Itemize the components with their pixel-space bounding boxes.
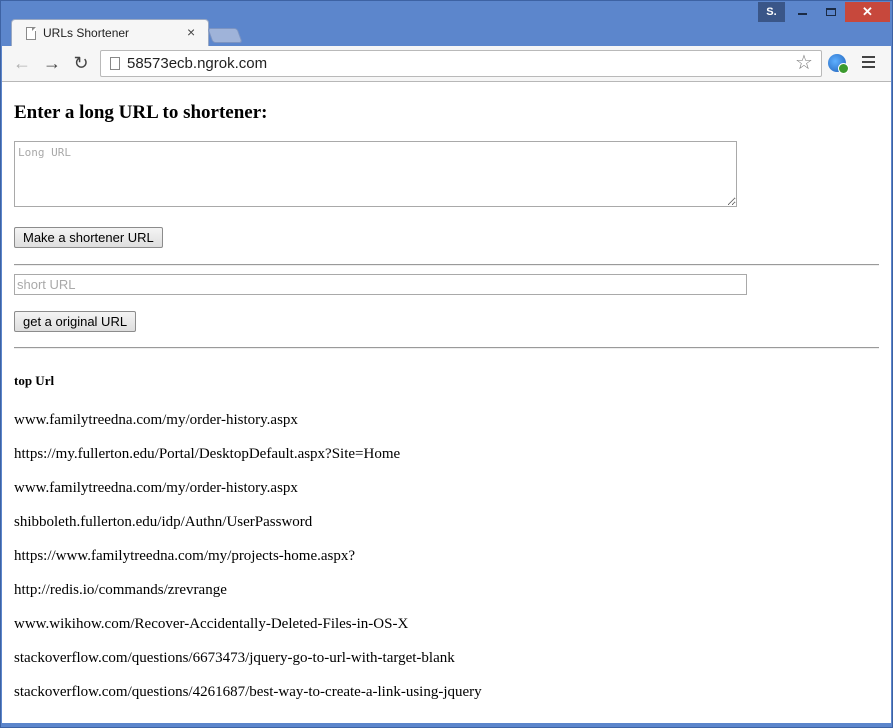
page-icon (26, 27, 36, 40)
short-url-input[interactable] (14, 274, 747, 295)
divider (14, 264, 879, 266)
minimize-button[interactable] (789, 2, 816, 22)
list-item: www.familytreedna.com/my/order-history.a… (14, 412, 298, 428)
close-icon: ✕ (862, 4, 873, 19)
browser-window: S. ✕ URLs Shortener × ← → ↻ 58573ecb.ngr… (0, 0, 893, 728)
list-item: stackoverflow.com/questions/6673473/jque… (14, 650, 455, 666)
list-item: shibboleth.fullerton.edu/idp/Authn/UserP… (14, 514, 313, 530)
browser-toolbar: ← → ↻ 58573ecb.ngrok.com ☆ (2, 46, 891, 82)
tab-urls-shortener[interactable]: URLs Shortener × (11, 19, 209, 46)
list-item: http://redis.io/commands/zrevrange (14, 582, 227, 598)
list-item: www.familytreedna.com/my/order-history.a… (14, 480, 298, 496)
forward-arrow-icon[interactable]: → (42, 53, 62, 73)
back-arrow-icon[interactable]: ← (12, 53, 32, 73)
new-tab-button[interactable] (207, 28, 243, 43)
extension-globe-icon[interactable] (828, 54, 849, 74)
top-url-list: www.familytreedna.com/my/order-history.a… (14, 411, 482, 717)
address-bar[interactable]: 58573ecb.ngrok.com ☆ (100, 50, 822, 77)
window-close-button[interactable]: ✕ (845, 2, 890, 22)
long-url-input[interactable] (14, 141, 737, 207)
tab-title: URLs Shortener (43, 26, 130, 40)
list-item: https://my.fullerton.edu/Portal/DesktopD… (14, 446, 401, 462)
divider (14, 347, 879, 349)
bookmark-star-icon[interactable]: ☆ (795, 52, 813, 74)
get-original-button[interactable]: get a original URL (14, 311, 137, 332)
tab-close-icon[interactable]: × (187, 24, 195, 40)
reload-icon[interactable]: ↻ (71, 53, 91, 73)
menu-icon[interactable] (862, 56, 876, 70)
list-item: https://www.familytreedna.com/my/project… (14, 548, 356, 564)
make-shortener-button[interactable]: Make a shortener URL (14, 227, 163, 248)
list-item: www.wikihow.com/Recover-Accidentally-Del… (14, 616, 409, 632)
maximize-button[interactable] (816, 2, 845, 22)
page-icon (110, 57, 120, 70)
minimize-icon (798, 12, 807, 15)
page-heading: Enter a long URL to shortener: (14, 102, 268, 123)
user-profile-button[interactable]: S. (758, 2, 785, 22)
maximize-icon (825, 7, 836, 16)
page-content: Enter a long URL to shortener: Make a sh… (2, 82, 891, 723)
list-item: stackoverflow.com/questions/4261687/best… (14, 684, 482, 700)
address-text[interactable]: 58573ecb.ngrok.com (127, 55, 267, 72)
top-url-title: top Url (14, 373, 55, 388)
